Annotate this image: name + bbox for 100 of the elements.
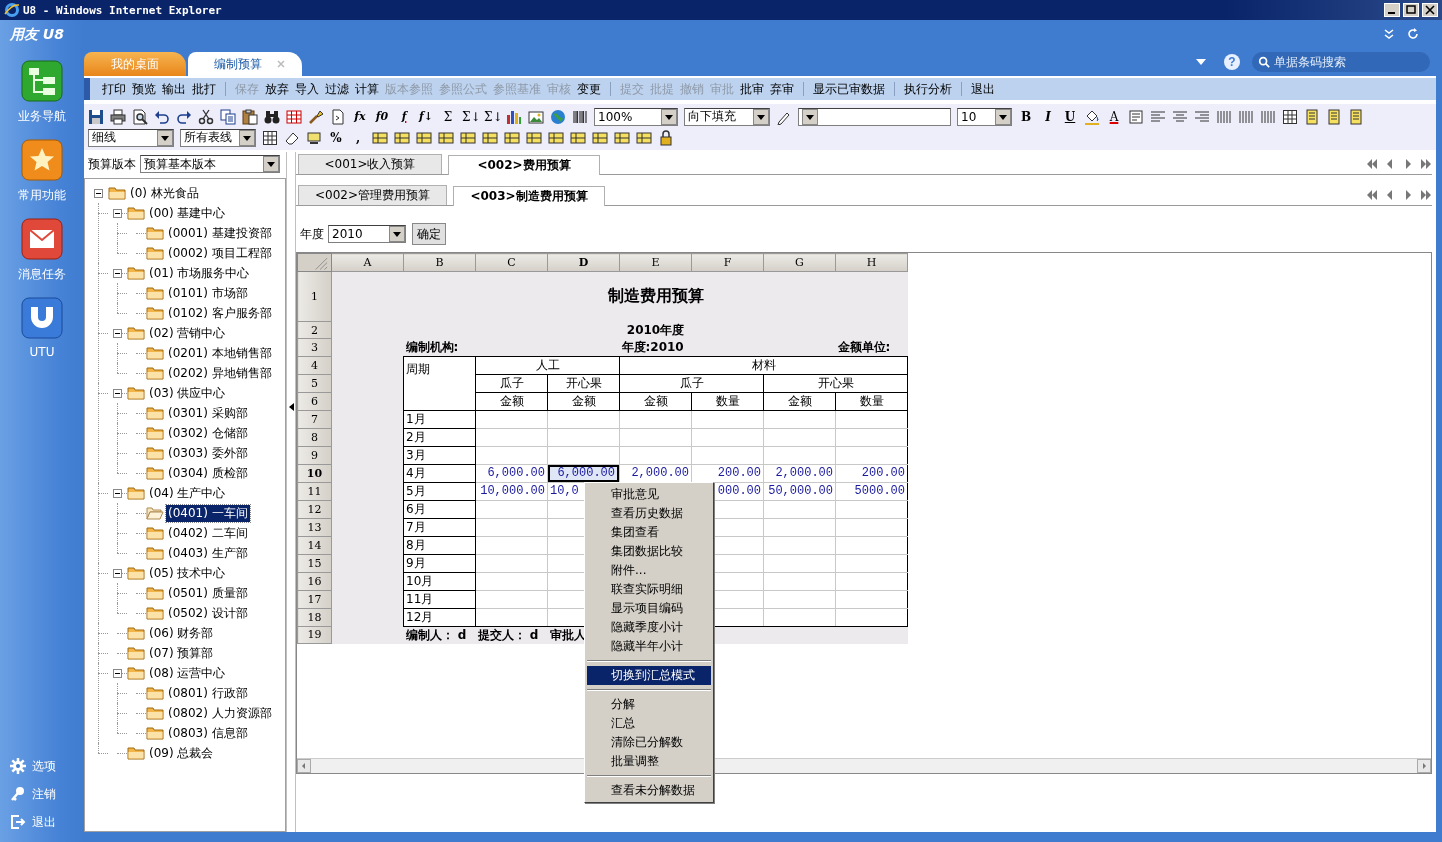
menu-command[interactable]: 导入 — [295, 80, 319, 98]
table-icon[interactable] — [394, 129, 410, 146]
last-page-icon[interactable] — [1420, 158, 1432, 169]
collapse-arrow-icon[interactable] — [288, 403, 294, 411]
tree-item[interactable]: (0502) 设计部 — [166, 604, 250, 622]
menu-command[interactable]: 打印 — [102, 80, 126, 98]
collapse-toggle-icon[interactable] — [113, 208, 122, 218]
binoculars-icon[interactable] — [264, 108, 280, 125]
menu-command[interactable]: 弃审 — [770, 80, 794, 98]
align-right-icon[interactable] — [1194, 108, 1210, 125]
sidebar-link[interactable]: 退出 — [10, 808, 74, 836]
sum-button[interactable]: Σ — [440, 109, 456, 124]
redo-icon[interactable] — [176, 108, 192, 125]
tree-item[interactable]: (09) 总裁会 — [147, 744, 216, 762]
collapse-toggle-icon[interactable] — [113, 388, 122, 398]
fill-dropdown[interactable]: 向下填充 — [684, 107, 770, 126]
barcode-icon[interactable] — [572, 108, 588, 125]
sum-button[interactable]: Σ↓ — [462, 109, 478, 124]
tree-item[interactable]: (0002) 项目工程部 — [166, 244, 274, 262]
menu-item[interactable]: 集团查看 — [587, 523, 711, 542]
table-icon[interactable] — [614, 129, 630, 146]
formula-button[interactable]: f↓ — [418, 110, 434, 123]
menu-item[interactable]: 隐藏半年小计 — [587, 637, 711, 656]
percent-button[interactable]: % — [328, 130, 344, 145]
menu-command[interactable]: 预览 — [132, 80, 156, 98]
text-box-icon[interactable] — [1128, 108, 1144, 125]
menu-item[interactable]: 隐藏季度小计 — [587, 618, 711, 637]
table-icon[interactable] — [416, 129, 432, 146]
table-icon[interactable] — [372, 129, 388, 146]
search-field[interactable]: 单据条码搜索 — [1252, 52, 1430, 72]
table-icon[interactable] — [482, 129, 498, 146]
tree-item[interactable]: (0303) 委外部 — [166, 444, 250, 462]
column-header[interactable]: E — [619, 253, 692, 272]
tree-item[interactable]: (0101) 市场部 — [166, 284, 250, 302]
sum-button[interactable]: Σ↓ — [484, 109, 500, 124]
notepad-icon[interactable] — [1348, 108, 1364, 125]
column-lines-icon[interactable] — [1238, 108, 1254, 125]
tree-item[interactable]: (0102) 客户服务部 — [166, 304, 274, 322]
menu-command[interactable]: 退出 — [971, 80, 995, 98]
table-icon[interactable] — [548, 129, 564, 146]
menu-command[interactable]: 执行分析 — [904, 80, 952, 98]
column-header[interactable]: C — [475, 253, 548, 272]
lock-icon[interactable] — [658, 129, 674, 146]
table-icon[interactable] — [460, 129, 476, 146]
underline-button[interactable]: U — [1062, 109, 1078, 124]
brush-icon[interactable] — [308, 108, 324, 125]
line-style-dropdown[interactable]: 细线 — [88, 128, 174, 147]
column-heading[interactable]: 人工 — [475, 356, 620, 374]
menu-item[interactable]: 集团数据比较 — [587, 542, 711, 561]
font-size-dropdown[interactable]: 10 — [957, 107, 1012, 126]
menu-item[interactable]: 显示项目编码 — [587, 599, 711, 618]
stamp-icon[interactable] — [306, 129, 322, 146]
report-title[interactable]: 制造费用预算 — [547, 271, 764, 322]
nav-item[interactable]: 常用功能 — [4, 139, 80, 204]
bar-chart-icon[interactable] — [506, 108, 522, 125]
refresh-icon[interactable] — [1406, 27, 1420, 41]
column-header[interactable]: B — [403, 253, 476, 272]
tree-item[interactable]: (0001) 基建投资部 — [166, 224, 274, 242]
column-header[interactable]: H — [835, 253, 908, 272]
column-header[interactable]: A — [331, 253, 404, 272]
tree-item[interactable]: (0) 林光食品 — [128, 184, 201, 202]
menu-command[interactable]: 批打 — [192, 80, 216, 98]
column-header[interactable]: D — [547, 253, 620, 272]
minimize-icon[interactable] — [1384, 3, 1400, 17]
tree-item[interactable]: (00) 基建中心 — [147, 204, 228, 222]
menu-item[interactable]: 清除已分解数 — [587, 733, 711, 752]
collapse-toggle-icon[interactable] — [94, 188, 103, 198]
table-icon[interactable] — [504, 129, 520, 146]
comma-button[interactable]: , — [350, 130, 366, 145]
collapse-toggle-icon[interactable] — [113, 268, 122, 278]
tree-item[interactable]: (0301) 采购部 — [166, 404, 250, 422]
version-dropdown[interactable]: 预算基本版本 — [140, 155, 280, 173]
tree-item[interactable]: (08) 运营中心 — [147, 664, 228, 682]
tree-item[interactable]: (0501) 质量部 — [166, 584, 250, 602]
tree-item[interactable]: (0801) 行政部 — [166, 684, 250, 702]
print-preview-icon[interactable] — [132, 108, 148, 125]
menu-item[interactable]: 附件... — [587, 561, 711, 580]
menu-item[interactable]: 查看未分解数据 — [587, 781, 711, 800]
formula-button[interactable]: f0 — [374, 110, 390, 123]
table-icon[interactable] — [526, 129, 542, 146]
tab[interactable]: 编制预算 — [188, 52, 302, 76]
column-heading[interactable]: 周期 — [403, 356, 476, 410]
help-button[interactable]: ? — [1224, 54, 1240, 70]
collapse-toggle-icon[interactable] — [113, 568, 122, 578]
tree-item[interactable]: (0302) 仓储部 — [166, 424, 250, 442]
sheet-tab[interactable]: <002>费用预算 — [448, 155, 600, 175]
copy-icon[interactable] — [220, 108, 236, 125]
sidebar-link[interactable]: 选项 — [10, 752, 74, 780]
font-color-button[interactable]: A — [1106, 109, 1122, 124]
tree-item[interactable]: (03) 供应中心 — [147, 384, 228, 402]
menu-item[interactable]: 联查实际明细 — [587, 580, 711, 599]
caret-icon[interactable] — [1196, 59, 1206, 65]
clipboard-icon[interactable] — [242, 108, 258, 125]
border-dropdown[interactable]: 所有表线 — [180, 128, 256, 147]
image-icon[interactable] — [528, 108, 544, 125]
align-left-icon[interactable] — [1150, 108, 1166, 125]
column-lines-icon[interactable] — [1216, 108, 1232, 125]
column-header[interactable]: F — [691, 253, 764, 272]
formula-button[interactable]: f — [396, 110, 412, 123]
tree-item[interactable]: (0802) 人力资源部 — [166, 704, 274, 722]
